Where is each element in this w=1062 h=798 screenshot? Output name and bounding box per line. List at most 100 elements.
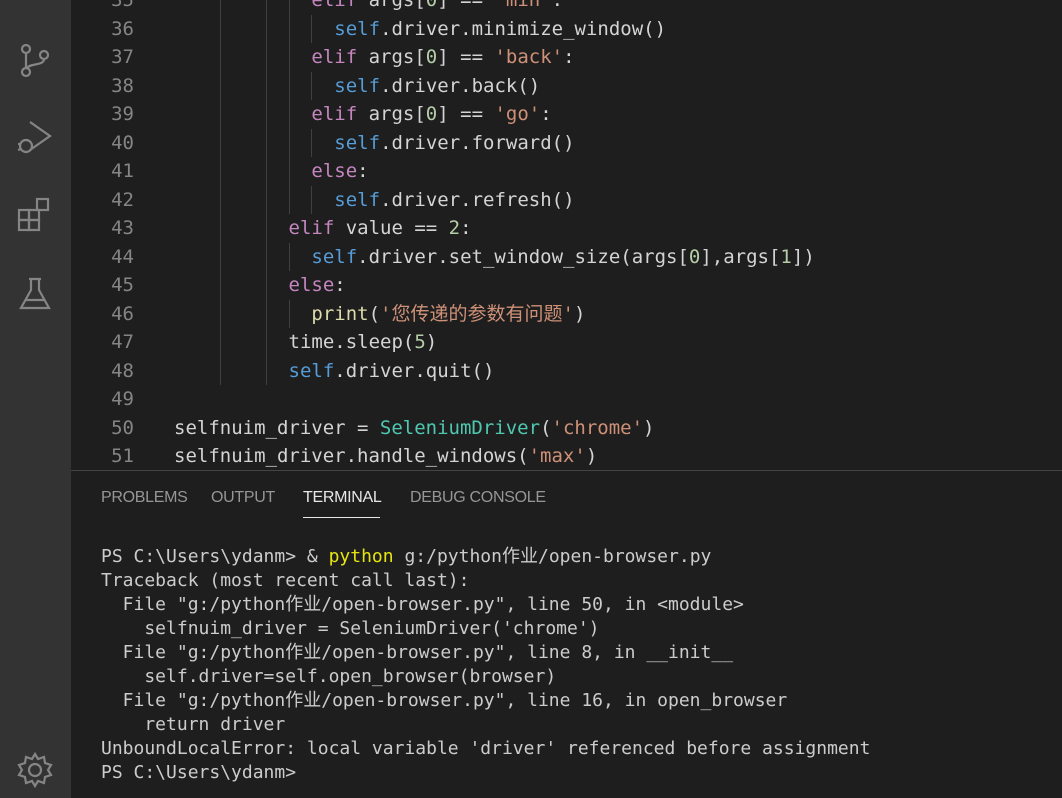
line-number: 45	[111, 274, 134, 296]
code-line[interactable]: 44 self.driver.set_window_size(args[0],ar…	[71, 242, 1062, 271]
line-number: 46	[111, 302, 134, 325]
line-number: 35	[111, 0, 134, 11]
line-number: 50	[111, 416, 134, 439]
terminal-prompt-line: PS C:\Users\ydanm>	[101, 762, 297, 783]
indent-guide	[219, 214, 221, 243]
tab-problems[interactable]: PROBLEMS	[101, 489, 188, 507]
code-line[interactable]: 50 selfnuim_driver = SeleniumDriver('chro…	[71, 414, 1062, 443]
indent-guide	[288, 0, 290, 15]
line-number: 38	[111, 74, 134, 97]
indent-guide	[311, 14, 313, 43]
indent-guide	[219, 43, 221, 72]
line-number: 47	[111, 331, 134, 353]
code-text: selfnuim_driver.handle_windows('max')	[174, 445, 598, 467]
code-text: elif args[0] == 'min':	[311, 0, 564, 11]
indent-guide	[265, 271, 267, 300]
line-number: 37	[111, 46, 134, 68]
code-editor[interactable]: 35 elif args[0] == 'min': 36 self.driver.mi…	[71, 0, 1062, 470]
activity-bar	[0, 0, 71, 798]
indent-guide	[288, 157, 290, 186]
indent-guide	[288, 185, 290, 214]
terminal-line: File "g:/python作业/open-browser.py", line…	[101, 690, 788, 711]
code-text: self.driver.back()	[334, 74, 541, 97]
line-number: 48	[111, 359, 134, 382]
code-text: elif args[0] == 'back':	[311, 46, 575, 68]
code-text: else:	[311, 160, 369, 182]
code-line[interactable]: 38 self.driver.back()	[71, 71, 1062, 100]
indent-guide	[288, 128, 290, 157]
indent-guide	[219, 71, 221, 100]
indent-guide	[288, 43, 290, 72]
code-line[interactable]: 41 else:	[71, 157, 1062, 186]
indent-guide	[288, 100, 290, 129]
run-debug-icon[interactable]	[16, 118, 54, 156]
code-line[interactable]: 48 self.driver.quit()	[71, 356, 1062, 385]
code-text: self.driver.minimize_window()	[334, 17, 667, 40]
code-line[interactable]: 51 selfnuim_driver.handle_windows('max')	[71, 442, 1062, 470]
indent-guide	[265, 242, 267, 271]
extensions-icon[interactable]	[16, 196, 54, 234]
code-line[interactable]: 36 self.driver.minimize_window()	[71, 14, 1062, 43]
code-text: self.driver.set_window_size(args[0],args…	[311, 245, 815, 268]
code-line[interactable]: 49	[71, 385, 1062, 414]
settings-gear-icon[interactable]	[16, 751, 54, 789]
tab-output[interactable]: OUTPUT	[211, 489, 275, 507]
code-text: selfnuim_driver = SeleniumDriver('chrome…	[174, 416, 655, 439]
code-line[interactable]: 37 elif args[0] == 'back':	[71, 43, 1062, 72]
indent-guide	[219, 328, 221, 357]
terminal-prompt: PS C:\Users\ydanm> &	[101, 546, 329, 567]
indent-guide	[265, 185, 267, 214]
indent-guide	[265, 43, 267, 72]
code-line[interactable]: 46 print('您传递的参数有问题')	[71, 299, 1062, 328]
tab-terminal[interactable]: TERMINAL	[303, 489, 382, 507]
indent-guide	[265, 356, 267, 385]
indent-guide	[219, 157, 221, 186]
code-text: self.driver.quit()	[288, 359, 495, 382]
terminal-line: selfnuim_driver = SeleniumDriver('chrome…	[101, 618, 600, 639]
line-number: 51	[111, 445, 134, 467]
terminal-line: Traceback (most recent call last):	[101, 570, 470, 591]
indent-guide	[219, 356, 221, 385]
indent-guide	[219, 0, 221, 15]
code-text: elif value == 2:	[288, 217, 472, 239]
terminal-line: self.driver=self.open_browser(browser)	[101, 666, 557, 687]
terminal-line: UnboundLocalError: local variable 'drive…	[101, 738, 871, 759]
terminal-command: python	[328, 546, 394, 567]
code-line[interactable]: 35 elif args[0] == 'min':	[71, 0, 1062, 15]
indent-guide	[288, 242, 290, 271]
tab-debug-console[interactable]: DEBUG CONSOLE	[410, 489, 546, 507]
code-text: print('您传递的参数有问题')	[311, 302, 586, 325]
line-number: 39	[111, 103, 134, 125]
line-number: 49	[111, 388, 134, 410]
indent-guide	[265, 100, 267, 129]
line-number: 43	[111, 217, 134, 239]
indent-guide	[311, 128, 313, 157]
testing-icon[interactable]	[16, 275, 54, 313]
indent-guide	[265, 214, 267, 243]
indent-guide	[265, 157, 267, 186]
code-line[interactable]: 43 elif value == 2:	[71, 214, 1062, 243]
code-text: else:	[288, 274, 346, 296]
line-number: 40	[111, 131, 134, 154]
terminal-line: File "g:/python作业/open-browser.py", line…	[101, 594, 744, 615]
indent-guide	[288, 299, 290, 328]
code-text: elif args[0] == 'go':	[311, 103, 552, 125]
code-line[interactable]: 45 else:	[71, 271, 1062, 300]
code-line[interactable]: 39 elif args[0] == 'go':	[71, 100, 1062, 129]
code-line[interactable]: 42 self.driver.refresh()	[71, 185, 1062, 214]
indent-guide	[219, 100, 221, 129]
code-line[interactable]: 40 self.driver.forward()	[71, 128, 1062, 157]
indent-guide	[288, 14, 290, 43]
terminal-command-args: g:/python作业/open-browser.py	[393, 546, 712, 567]
source-control-icon[interactable]	[16, 41, 54, 79]
indent-guide	[265, 328, 267, 357]
code-line[interactable]: 47 time.sleep(5)	[71, 328, 1062, 357]
indent-guide	[288, 71, 290, 100]
active-tab-indicator	[303, 517, 380, 518]
line-number: 41	[111, 160, 134, 182]
indent-guide	[219, 299, 221, 328]
code-text: self.driver.refresh()	[334, 188, 575, 211]
terminal-line: return driver	[101, 714, 286, 735]
terminal-line: File "g:/python作业/open-browser.py", line…	[101, 642, 734, 663]
indent-guide	[219, 128, 221, 157]
